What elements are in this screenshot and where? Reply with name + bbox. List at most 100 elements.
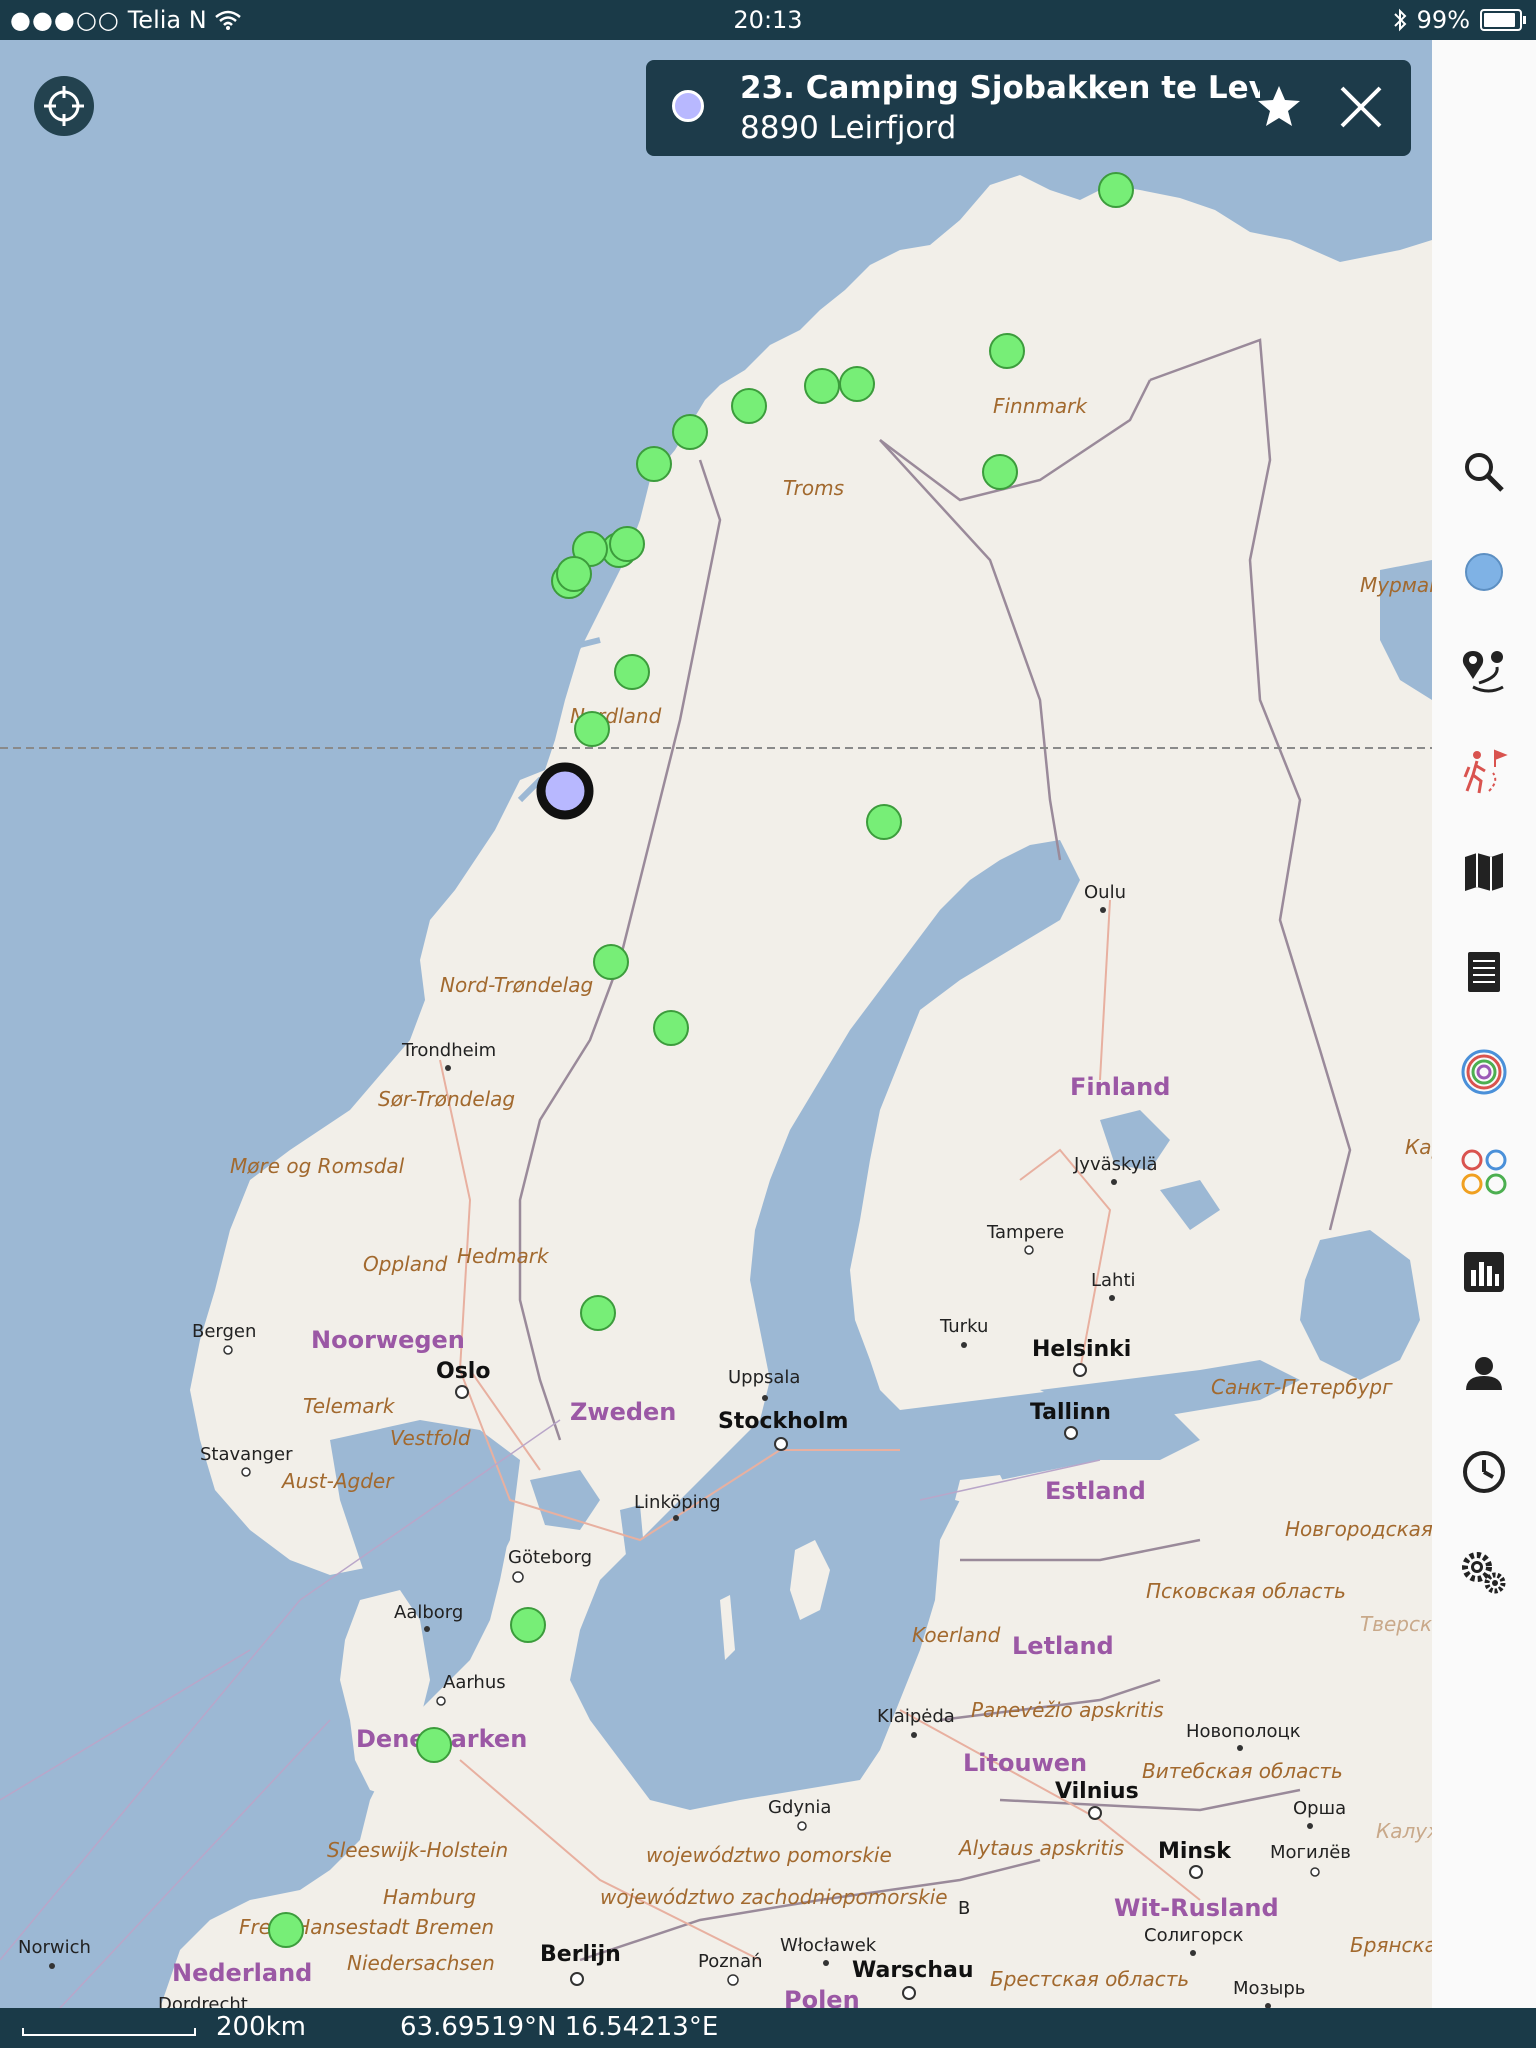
map-label: województwo zachodniopomorskie: [600, 1885, 948, 1909]
map-label: Minsk: [1158, 1839, 1232, 1864]
scale-bar: [22, 2028, 196, 2036]
visited-marker[interactable]: [653, 1010, 689, 1046]
visited-marker[interactable]: [510, 1607, 546, 1643]
visited-marker[interactable]: [614, 654, 650, 690]
city-dot: [762, 1395, 768, 1401]
city-dot: [727, 1974, 739, 1986]
pin-route-icon: [1462, 651, 1504, 693]
blue-dot-icon: [1465, 553, 1503, 591]
city-dot: [424, 1626, 430, 1632]
map-label: Berlijn: [540, 1942, 621, 1967]
visited-marker[interactable]: [593, 944, 629, 980]
map-label: Klaipėda: [877, 1706, 955, 1727]
scale-label: 200km: [216, 2012, 307, 2042]
statistics-button[interactable]: [1444, 1232, 1524, 1312]
visited-marker[interactable]: [731, 388, 767, 424]
map-layers-button[interactable]: [1444, 832, 1524, 912]
visited-marker[interactable]: [1098, 172, 1134, 208]
map-label: Uppsala: [728, 1367, 800, 1388]
visited-marker[interactable]: [989, 333, 1025, 369]
map-label: Noorwegen: [311, 1326, 465, 1354]
map-label: B: [958, 1898, 970, 1919]
visited-marker[interactable]: [416, 1727, 452, 1763]
rings-button[interactable]: [1444, 1032, 1524, 1112]
map-label: Oppland: [363, 1252, 448, 1276]
rings-icon: [1461, 1049, 1507, 1095]
city-dot: [49, 1963, 55, 1969]
settings-button[interactable]: [1444, 1532, 1524, 1612]
map-label: Litouwen: [963, 1749, 1087, 1777]
map-label: Göteborg: [508, 1547, 592, 1568]
map-label: Новгородская область: [1285, 1517, 1432, 1541]
map-label: Poznań: [698, 1951, 763, 1972]
map-label: Dordrecht: [158, 1994, 248, 2008]
city-dot: [1024, 1245, 1034, 1255]
route-button[interactable]: [1444, 632, 1524, 712]
user-button[interactable]: [1444, 1332, 1524, 1412]
map-label: Nederland: [172, 1959, 312, 1987]
map-label: Aust-Agder: [280, 1469, 395, 1493]
map-label: Letland: [1012, 1632, 1114, 1660]
map-label: Aarhus: [443, 1672, 506, 1693]
clock-time: 20:13: [733, 6, 803, 34]
capital-dot: [1189, 1865, 1203, 1879]
map-label: Tampere: [986, 1222, 1064, 1243]
location-info-panel[interactable]: 23. Camping Sjobakken te Lev... 8890 Lei…: [646, 60, 1411, 156]
visited-marker[interactable]: [982, 454, 1018, 490]
list-button[interactable]: [1444, 932, 1524, 1012]
visited-marker[interactable]: [556, 556, 592, 592]
map-label: Włocławek: [780, 1935, 877, 1956]
map-label: Gdynia: [768, 1797, 831, 1818]
city-dot: [1310, 1867, 1320, 1877]
categories-button[interactable]: [1444, 1132, 1524, 1212]
search-button[interactable]: [1444, 432, 1524, 512]
map-label: Trondheim: [401, 1040, 496, 1061]
map-label: Витебская область: [1142, 1759, 1343, 1783]
tool-sidebar: [1432, 40, 1536, 2008]
map-label: Vestfold: [390, 1426, 471, 1450]
visited-marker[interactable]: [672, 414, 708, 450]
favorite-star-icon[interactable]: [1254, 82, 1304, 132]
visited-marker[interactable]: [268, 1912, 304, 1948]
city-dot: [823, 1960, 829, 1966]
map-label: Vilnius: [1055, 1779, 1139, 1804]
map-label: Wit-Rusland: [1114, 1894, 1279, 1922]
hiking-button[interactable]: [1444, 732, 1524, 812]
user-icon: [1466, 1357, 1502, 1390]
map-label: Мозырь: [1233, 1978, 1305, 1999]
status-bar: ●●●○○ Telia N 20:13 99%: [0, 0, 1536, 40]
close-icon[interactable]: [1336, 82, 1386, 132]
visited-marker[interactable]: [839, 366, 875, 402]
map-label: Linköping: [634, 1492, 721, 1513]
map-label: Estland: [1045, 1477, 1146, 1505]
capital-dot: [1088, 1806, 1102, 1820]
visited-marker[interactable]: [804, 368, 840, 404]
map-view[interactable]: Finnmark Troms Nordland Nord-Trøndelag T…: [0, 40, 1432, 2008]
map-label: Санкт-Петербург: [1211, 1375, 1393, 1399]
location-title[interactable]: 23. Camping Sjobakken te Lev...: [740, 70, 1260, 106]
color-filter-button[interactable]: [1444, 532, 1524, 612]
city-dot: [223, 1345, 233, 1355]
locate-me-button[interactable]: [34, 76, 94, 136]
city-dot: [797, 1821, 807, 1831]
city-dot: [1237, 1745, 1243, 1751]
hiking-icon: [1463, 749, 1508, 794]
selected-marker[interactable]: [536, 762, 594, 820]
map-canvas[interactable]: Finnmark Troms Nordland Nord-Trøndelag T…: [0, 40, 1432, 2008]
map-label: Tallinn: [1030, 1400, 1111, 1425]
coordinates-readout: 63.69519°N 16.54213°E: [400, 2012, 719, 2042]
visited-marker[interactable]: [580, 1295, 616, 1331]
visited-marker[interactable]: [636, 446, 672, 482]
city-dot: [1190, 1950, 1196, 1956]
map-label: Новополоцк: [1186, 1721, 1301, 1742]
map-label: Орша: [1293, 1798, 1346, 1819]
map-label: Panevėžio apskritis: [971, 1698, 1164, 1722]
city-dot: [241, 1467, 251, 1477]
map-label: Helsinki: [1032, 1337, 1131, 1362]
map-label: Stockholm: [718, 1409, 848, 1434]
visited-marker[interactable]: [609, 526, 645, 562]
history-button[interactable]: [1444, 1432, 1524, 1512]
visited-marker[interactable]: [866, 804, 902, 840]
map-label: Alytaus apskritis: [957, 1836, 1124, 1860]
visited-marker[interactable]: [574, 711, 610, 747]
